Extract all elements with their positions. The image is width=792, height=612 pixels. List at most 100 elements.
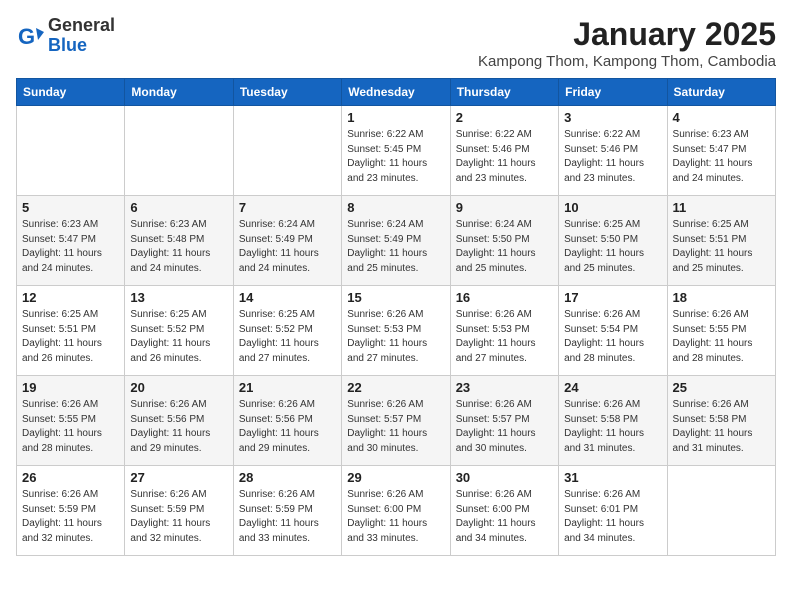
- day-cell: [125, 106, 233, 196]
- day-cell: 29 Sunrise: 6:26 AM Sunset: 6:00 PM Dayli…: [342, 466, 450, 556]
- day-number: 31: [564, 470, 661, 485]
- day-number: 18: [673, 290, 770, 305]
- day-cell: 20 Sunrise: 6:26 AM Sunset: 5:56 PM Dayli…: [125, 376, 233, 466]
- day-header-monday: Monday: [125, 79, 233, 106]
- day-info: Sunrise: 6:22 AM Sunset: 5:45 PM Dayligh…: [347, 128, 444, 186]
- day-info: Sunrise: 6:26 AM Sunset: 5:59 PM Dayligh…: [239, 488, 336, 546]
- day-number: 4: [673, 110, 770, 125]
- day-number: 25: [673, 380, 770, 395]
- day-info: Sunrise: 6:24 AM Sunset: 5:49 PM Dayligh…: [239, 218, 336, 276]
- week-row-3: 19 Sunrise: 6:26 AM Sunset: 5:55 PM Dayli…: [17, 376, 776, 466]
- day-number: 24: [564, 380, 661, 395]
- day-info: Sunrise: 6:26 AM Sunset: 5:56 PM Dayligh…: [130, 398, 227, 456]
- day-number: 26: [22, 470, 119, 485]
- day-number: 29: [347, 470, 444, 485]
- day-info: Sunrise: 6:26 AM Sunset: 6:00 PM Dayligh…: [347, 488, 444, 546]
- day-info: Sunrise: 6:22 AM Sunset: 5:46 PM Dayligh…: [456, 128, 553, 186]
- day-info: Sunrise: 6:26 AM Sunset: 5:53 PM Dayligh…: [347, 308, 444, 366]
- day-cell: 7 Sunrise: 6:24 AM Sunset: 5:49 PM Daylig…: [233, 196, 341, 286]
- day-info: Sunrise: 6:26 AM Sunset: 5:55 PM Dayligh…: [673, 308, 770, 366]
- day-cell: [17, 106, 125, 196]
- week-row-0: 1 Sunrise: 6:22 AM Sunset: 5:45 PM Daylig…: [17, 106, 776, 196]
- logo-general-text: General: [48, 16, 115, 36]
- day-cell: 16Sunrise: 6:26 AM Sunset: 5:53 PM Dayli…: [450, 286, 558, 376]
- day-number: 3: [564, 110, 661, 125]
- day-cell: 25 Sunrise: 6:26 AM Sunset: 5:58 PM Dayli…: [667, 376, 775, 466]
- day-info: Sunrise: 6:26 AM Sunset: 5:56 PM Dayligh…: [239, 398, 336, 456]
- day-cell: 5Sunrise: 6:23 AM Sunset: 5:47 PM Daylig…: [17, 196, 125, 286]
- day-cell: [667, 466, 775, 556]
- day-info: Sunrise: 6:26 AM Sunset: 5:59 PM Dayligh…: [130, 488, 227, 546]
- day-info: Sunrise: 6:25 AM Sunset: 5:51 PM Dayligh…: [673, 218, 770, 276]
- day-cell: 28 Sunrise: 6:26 AM Sunset: 5:59 PM Dayli…: [233, 466, 341, 556]
- day-info: Sunrise: 6:22 AM Sunset: 5:46 PM Dayligh…: [564, 128, 661, 186]
- day-number: 8: [347, 200, 444, 215]
- day-number: 10: [564, 200, 661, 215]
- day-number: 12: [22, 290, 119, 305]
- week-row-4: 26 Sunrise: 6:26 AM Sunset: 5:59 PM Dayli…: [17, 466, 776, 556]
- day-number: 11: [673, 200, 770, 215]
- day-number: 23: [456, 380, 553, 395]
- day-info: Sunrise: 6:23 AM Sunset: 5:47 PM Dayligh…: [673, 128, 770, 186]
- day-info: Sunrise: 6:26 AM Sunset: 5:59 PM Dayligh…: [22, 488, 119, 546]
- svg-text:G: G: [18, 24, 35, 49]
- day-info: Sunrise: 6:24 AM Sunset: 5:49 PM Dayligh…: [347, 218, 444, 276]
- day-number: 30: [456, 470, 553, 485]
- day-number: 5: [22, 200, 119, 215]
- day-number: 19: [22, 380, 119, 395]
- day-header-tuesday: Tuesday: [233, 79, 341, 106]
- day-cell: 10 Sunrise: 6:25 AM Sunset: 5:50 PM Dayli…: [559, 196, 667, 286]
- day-cell: 13Sunrise: 6:25 AM Sunset: 5:52 PM Dayli…: [125, 286, 233, 376]
- logo-blue-text: Blue: [48, 36, 115, 56]
- calendar: SundayMondayTuesdayWednesdayThursdayFrid…: [16, 78, 776, 556]
- day-cell: 19 Sunrise: 6:26 AM Sunset: 5:55 PM Dayli…: [17, 376, 125, 466]
- day-cell: 27 Sunrise: 6:26 AM Sunset: 5:59 PM Dayli…: [125, 466, 233, 556]
- day-number: 17: [564, 290, 661, 305]
- day-info: Sunrise: 6:24 AM Sunset: 5:50 PM Dayligh…: [456, 218, 553, 276]
- day-cell: 22Sunrise: 6:26 AM Sunset: 5:57 PM Dayli…: [342, 376, 450, 466]
- subtitle: Kampong Thom, Kampong Thom, Cambodia: [478, 53, 776, 70]
- day-number: 6: [130, 200, 227, 215]
- day-cell: 21 Sunrise: 6:26 AM Sunset: 5:56 PM Dayli…: [233, 376, 341, 466]
- day-cell: 17Sunrise: 6:26 AM Sunset: 5:54 PM Dayli…: [559, 286, 667, 376]
- day-info: Sunrise: 6:25 AM Sunset: 5:52 PM Dayligh…: [130, 308, 227, 366]
- header-row: SundayMondayTuesdayWednesdayThursdayFrid…: [17, 79, 776, 106]
- day-info: Sunrise: 6:25 AM Sunset: 5:51 PM Dayligh…: [22, 308, 119, 366]
- day-number: 7: [239, 200, 336, 215]
- day-cell: 31 Sunrise: 6:26 AM Sunset: 6:01 PM Dayli…: [559, 466, 667, 556]
- day-header-saturday: Saturday: [667, 79, 775, 106]
- title-area: January 2025 Kampong Thom, Kampong Thom,…: [478, 16, 776, 70]
- day-cell: 12 Sunrise: 6:25 AM Sunset: 5:51 PM Dayli…: [17, 286, 125, 376]
- week-row-2: 12 Sunrise: 6:25 AM Sunset: 5:51 PM Dayli…: [17, 286, 776, 376]
- day-number: 28: [239, 470, 336, 485]
- day-cell: 9 Sunrise: 6:24 AM Sunset: 5:50 PM Daylig…: [450, 196, 558, 286]
- day-cell: 2 Sunrise: 6:22 AM Sunset: 5:46 PM Daylig…: [450, 106, 558, 196]
- calendar-body: 1 Sunrise: 6:22 AM Sunset: 5:45 PM Daylig…: [17, 106, 776, 556]
- day-cell: [233, 106, 341, 196]
- day-number: 9: [456, 200, 553, 215]
- day-number: 2: [456, 110, 553, 125]
- day-cell: 4 Sunrise: 6:23 AM Sunset: 5:47 PM Daylig…: [667, 106, 775, 196]
- day-number: 1: [347, 110, 444, 125]
- day-cell: 6Sunrise: 6:23 AM Sunset: 5:48 PM Daylig…: [125, 196, 233, 286]
- day-cell: 3 Sunrise: 6:22 AM Sunset: 5:46 PM Daylig…: [559, 106, 667, 196]
- day-info: Sunrise: 6:26 AM Sunset: 6:01 PM Dayligh…: [564, 488, 661, 546]
- day-number: 22: [347, 380, 444, 395]
- day-number: 20: [130, 380, 227, 395]
- day-cell: 18 Sunrise: 6:26 AM Sunset: 5:55 PM Dayli…: [667, 286, 775, 376]
- day-info: Sunrise: 6:25 AM Sunset: 5:50 PM Dayligh…: [564, 218, 661, 276]
- day-info: Sunrise: 6:26 AM Sunset: 5:53 PM Dayligh…: [456, 308, 553, 366]
- day-info: Sunrise: 6:26 AM Sunset: 5:55 PM Dayligh…: [22, 398, 119, 456]
- day-info: Sunrise: 6:26 AM Sunset: 5:58 PM Dayligh…: [564, 398, 661, 456]
- day-cell: 15 Sunrise: 6:26 AM Sunset: 5:53 PM Dayli…: [342, 286, 450, 376]
- day-number: 15: [347, 290, 444, 305]
- day-info: Sunrise: 6:26 AM Sunset: 6:00 PM Dayligh…: [456, 488, 553, 546]
- month-title: January 2025: [478, 16, 776, 53]
- day-cell: 14Sunrise: 6:25 AM Sunset: 5:52 PM Dayli…: [233, 286, 341, 376]
- day-number: 27: [130, 470, 227, 485]
- day-cell: 8 Sunrise: 6:24 AM Sunset: 5:49 PM Daylig…: [342, 196, 450, 286]
- day-info: Sunrise: 6:26 AM Sunset: 5:58 PM Dayligh…: [673, 398, 770, 456]
- day-number: 21: [239, 380, 336, 395]
- day-header-thursday: Thursday: [450, 79, 558, 106]
- day-header-friday: Friday: [559, 79, 667, 106]
